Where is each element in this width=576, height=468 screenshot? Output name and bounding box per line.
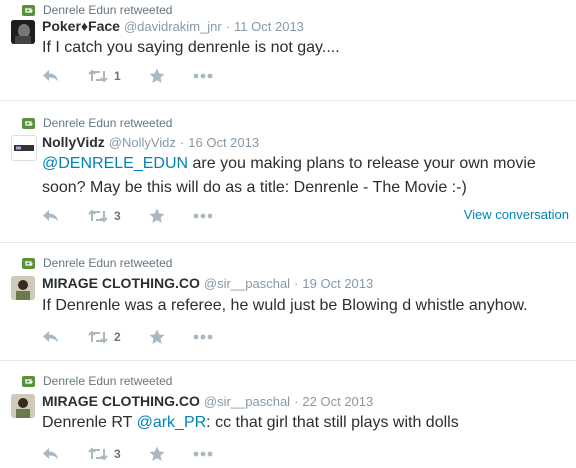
favorite-button[interactable] — [149, 329, 165, 345]
retweet-icon — [88, 447, 108, 461]
tweet-header: Poker♦Face @davidrakim_jnr · 11 Oct 2013 — [42, 18, 304, 34]
more-button[interactable] — [193, 213, 213, 219]
divider — [0, 242, 576, 243]
more-dots-icon — [193, 334, 213, 340]
tweet-text: @DENRELE_EDUN are you making plans to re… — [42, 155, 536, 196]
tweet-2[interactable]: Denrele Edun retweeted NollyVidz @NollyVi… — [0, 110, 576, 240]
retweeted-by-line: Denrele Edun retweeted — [22, 374, 172, 388]
retweet-icon — [88, 69, 108, 83]
retweeted-by-text: Denrele Edun retweeted — [43, 256, 173, 270]
favorite-button[interactable] — [149, 446, 165, 462]
retweet-button[interactable]: 2 — [88, 330, 121, 344]
retweeted-by-line: Denrele Edun retweeted — [22, 3, 172, 17]
tweet-actions: 3 — [42, 208, 241, 224]
tweet-actions: 2 — [42, 329, 241, 345]
view-conversation-link[interactable]: View conversation — [464, 207, 569, 222]
favorite-button[interactable] — [149, 68, 165, 84]
tweet-text: If Denrenle was a referee, he wuld just … — [42, 297, 528, 314]
more-button[interactable] — [193, 73, 213, 79]
avatar[interactable] — [11, 394, 35, 418]
mention-link[interactable]: @DENRELE_EDUN — [42, 155, 188, 172]
more-dots-icon — [193, 73, 213, 79]
reply-button[interactable] — [42, 69, 60, 83]
timestamp[interactable]: 22 Oct 2013 — [302, 394, 373, 409]
separator: · — [294, 276, 299, 291]
tweet-header: NollyVidz @NollyVidz · 16 Oct 2013 — [42, 134, 259, 150]
timestamp[interactable]: 11 Oct 2013 — [234, 19, 304, 34]
retweet-small-icon — [22, 4, 35, 16]
divider — [0, 100, 576, 101]
retweet-small-icon — [22, 257, 35, 269]
star-icon — [149, 208, 165, 223]
avatar[interactable] — [11, 135, 37, 161]
mention-link[interactable]: @ark_PR — [137, 414, 207, 431]
retweet-count: 2 — [114, 330, 121, 344]
tweet-header: MIRAGE CLOTHING.CO @sir__paschal · 22 Oct 2… — [42, 393, 373, 409]
reply-button[interactable] — [42, 447, 60, 461]
more-dots-icon — [193, 213, 213, 219]
retweet-button[interactable]: 1 — [88, 69, 121, 83]
reply-button[interactable] — [42, 330, 60, 344]
tweet-1[interactable]: Denrele Edun retweeted Poker♦Face @davidr… — [0, 0, 576, 96]
retweeted-by-text: Denrele Edun retweeted — [43, 3, 173, 17]
separator: · — [294, 394, 299, 409]
separator: · — [179, 135, 185, 150]
star-icon — [149, 68, 165, 83]
star-icon — [149, 329, 165, 344]
retweet-count: 3 — [114, 447, 121, 461]
star-icon — [149, 446, 165, 461]
more-dots-icon — [193, 451, 213, 457]
retweet-small-icon — [22, 375, 35, 387]
username[interactable]: @davidrakim_jnr — [124, 19, 222, 34]
username[interactable]: @sir__paschal — [204, 394, 290, 409]
tweet-text: If I catch you saying denrenle is not ga… — [42, 39, 340, 56]
display-name[interactable]: MIRAGE CLOTHING.CO — [42, 275, 200, 291]
more-button[interactable] — [193, 334, 213, 340]
timestamp[interactable]: 19 Oct 2013 — [302, 276, 373, 291]
tweet-text: Denrenle RT @ark_PR: cc that girl that s… — [42, 414, 459, 431]
retweet-icon — [88, 330, 108, 344]
divider — [0, 360, 576, 361]
favorite-button[interactable] — [149, 208, 165, 224]
retweet-icon — [88, 209, 108, 223]
tweet-header: MIRAGE CLOTHING.CO @sir__paschal · 19 Oct 2… — [42, 275, 373, 291]
retweeted-by-text: Denrele Edun retweeted — [43, 374, 173, 388]
tweet-actions: 1 — [42, 68, 241, 84]
username[interactable]: @sir__paschal — [204, 276, 290, 291]
separator: · — [225, 19, 231, 34]
username[interactable]: @NollyVidz — [109, 135, 176, 150]
tweet-actions: 3 — [42, 446, 241, 462]
retweeted-by-line: Denrele Edun retweeted — [22, 116, 172, 130]
retweeted-by-line: Denrele Edun retweeted — [22, 256, 172, 270]
reply-icon — [43, 210, 58, 222]
reply-icon — [43, 331, 58, 343]
retweet-count: 1 — [114, 69, 121, 83]
tweet-3[interactable]: Denrele Edun retweeted MIRAGE CLOTHING.C… — [0, 250, 576, 360]
tweet-4[interactable]: Denrele Edun retweeted MIRAGE CLOTHING.C… — [0, 366, 576, 468]
timestamp[interactable]: 16 Oct 2013 — [188, 135, 259, 150]
display-name[interactable]: MIRAGE CLOTHING.CO — [42, 393, 200, 409]
retweet-count: 3 — [114, 209, 121, 223]
display-name[interactable]: Poker♦Face — [42, 18, 120, 34]
retweet-button[interactable]: 3 — [88, 447, 121, 461]
avatar[interactable] — [11, 20, 35, 44]
reply-button[interactable] — [42, 209, 60, 223]
retweeted-by-text: Denrele Edun retweeted — [43, 116, 173, 130]
display-name[interactable]: NollyVidz — [42, 134, 105, 150]
avatar[interactable] — [11, 276, 35, 300]
reply-icon — [43, 70, 58, 82]
more-button[interactable] — [193, 451, 213, 457]
reply-icon — [43, 448, 58, 460]
retweet-button[interactable]: 3 — [88, 209, 121, 223]
retweet-small-icon — [22, 117, 35, 129]
